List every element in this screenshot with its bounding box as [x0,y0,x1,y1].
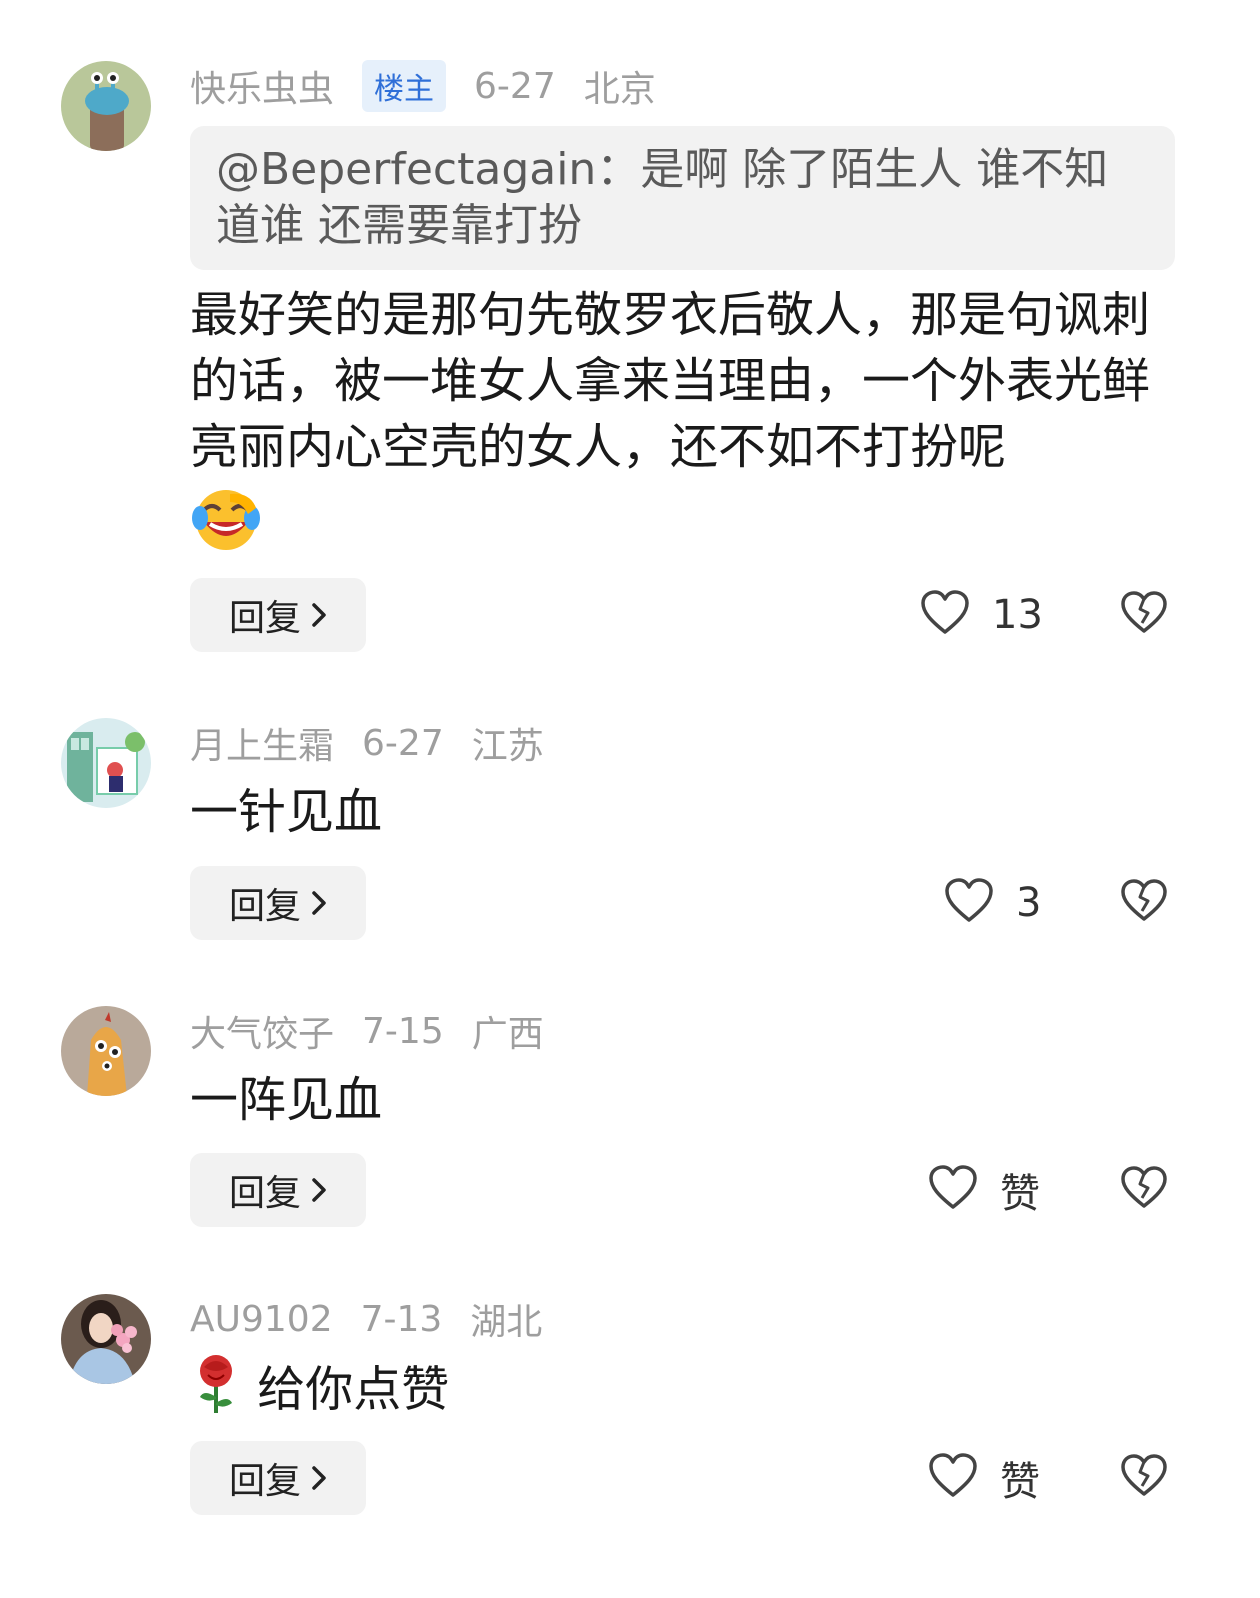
broken-heart-icon [1120,1166,1168,1214]
like-label: 赞 [1000,1459,1040,1505]
comment-date: 6-27 [362,722,444,764]
comment-text: 一针见血 [190,784,383,840]
comment-meta: 快乐虫虫 楼主 6-27 北京 [190,60,684,112]
comment-text: 给你点赞 [190,1353,1180,1432]
like-button[interactable]: 13 [920,578,1043,652]
comment-location: 江苏 [471,726,544,767]
comment-date: 7-13 [360,1298,443,1340]
rose-icon [190,1353,242,1432]
rolling-on-floor-laughing-icon [190,488,264,552]
reply-label: 回复 [228,598,301,639]
dislike-button[interactable] [1120,578,1168,652]
comment-meta: AU9102 7-13 湖北 [190,1294,570,1344]
dislike-button[interactable] [1120,866,1168,940]
like-button[interactable]: 赞 [928,1441,1040,1515]
comment-date: 6-27 [474,65,556,107]
heart-icon [920,590,970,640]
broken-heart-icon [1120,591,1168,639]
like-count: 13 [992,592,1043,638]
op-badge: 楼主 [362,60,447,112]
chevron-right-icon [311,890,327,916]
like-button[interactable]: 赞 [928,1153,1040,1227]
comment-text-content: 给你点赞 [257,1361,450,1418]
chevron-right-icon [311,602,327,628]
heart-icon [944,878,994,928]
username[interactable]: 快乐虫虫 [190,60,334,112]
cartoon-dumpling-avatar-icon[interactable] [61,1006,151,1096]
comment-meta: 大气饺子 7-15 广西 [190,1006,572,1056]
reply-button[interactable]: 回复 [190,1153,366,1227]
like-button[interactable]: 3 [944,866,1041,940]
green-bug-avatar-icon[interactable] [61,61,151,151]
reply-label: 回复 [228,886,301,927]
quoted-reply[interactable]: @Beperfectagain：是啊 除了陌生人 谁不知道谁 还需要靠打扮 [190,126,1175,270]
illustrated-window-avatar-icon[interactable] [61,718,151,808]
heart-icon [928,1453,978,1503]
comment-text: 最好笑的是那句先敬罗衣后敬人，那是句讽刺的话，被一堆女人拿来当理由，一个外表光鲜… [190,282,1180,480]
girl-with-flowers-avatar-icon[interactable] [61,1294,151,1384]
comment-text: 一阵见血 [190,1072,383,1128]
reply-button[interactable]: 回复 [190,866,366,940]
username[interactable]: 月上生霜 [190,717,334,769]
reply-button[interactable]: 回复 [190,578,366,652]
comment-date: 7-15 [362,1010,444,1052]
broken-heart-icon [1120,879,1168,927]
username[interactable]: AU9102 [190,1299,333,1340]
heart-icon [928,1165,978,1215]
comment-location: 北京 [583,69,656,110]
comment-location: 广西 [471,1014,544,1055]
dislike-button[interactable] [1120,1441,1168,1515]
reply-label: 回复 [228,1173,301,1214]
chevron-right-icon [311,1465,327,1491]
reply-button[interactable]: 回复 [190,1441,366,1515]
comment-text-content: 最好笑的是那句先敬罗衣后敬人，那是句讽刺的话，被一堆女人拿来当理由，一个外表光鲜… [190,287,1151,475]
chevron-right-icon [311,1177,327,1203]
username[interactable]: 大气饺子 [190,1005,334,1057]
dislike-button[interactable] [1120,1153,1168,1227]
like-count: 3 [1016,880,1042,926]
broken-heart-icon [1120,1454,1168,1502]
like-label: 赞 [1000,1171,1040,1217]
comment-meta: 月上生霜 6-27 江苏 [190,718,572,768]
reply-label: 回复 [228,1461,301,1502]
comment-location: 湖北 [470,1302,543,1343]
